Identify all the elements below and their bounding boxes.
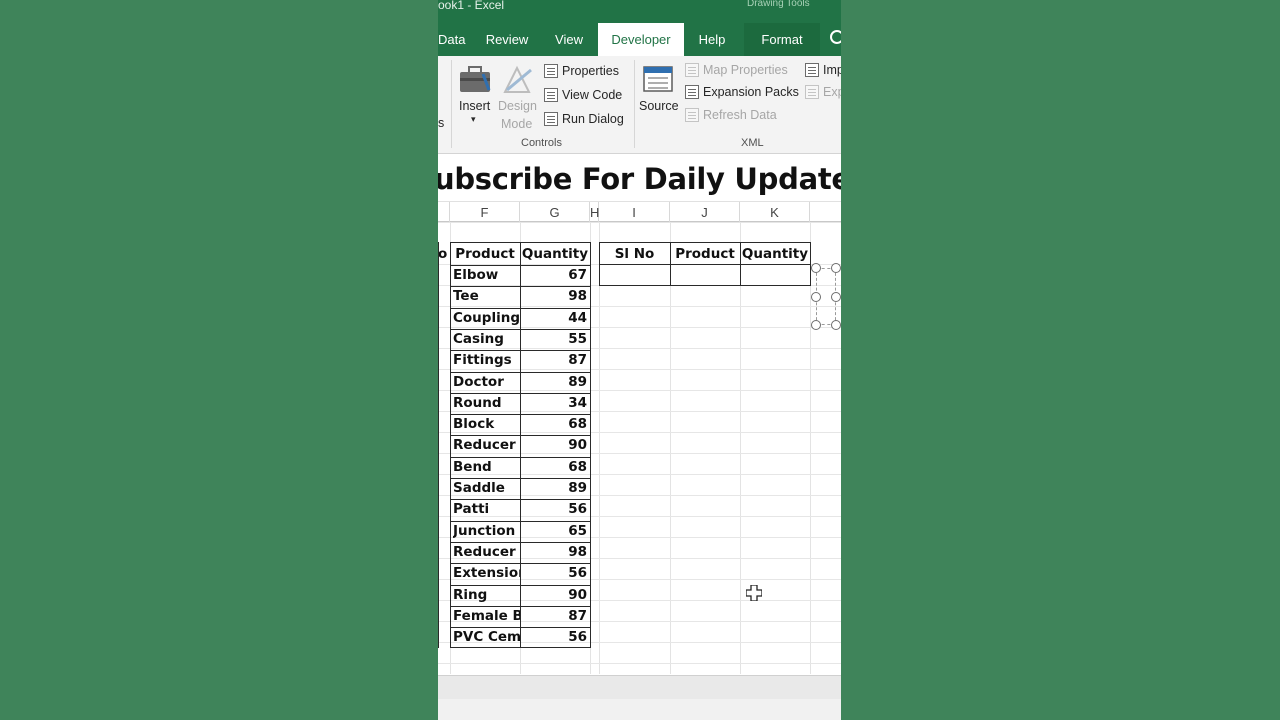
tell-me-lightbulb-icon[interactable] — [830, 30, 841, 44]
horizontal-scrollbar[interactable] — [438, 675, 841, 699]
insert-dropdown-icon[interactable]: ▾ — [471, 114, 476, 125]
expansion-packs-icon — [685, 85, 699, 99]
resize-handle[interactable] — [831, 320, 841, 330]
grid-line — [438, 663, 841, 664]
column-header-e[interactable] — [438, 202, 450, 223]
group-separator — [451, 60, 452, 148]
status-bar — [438, 699, 841, 720]
refresh-data-icon — [685, 108, 699, 122]
ribbon-left-fragment: s — [438, 116, 445, 130]
table2-empty-cell[interactable] — [741, 265, 810, 286]
import-button[interactable]: Imp — [823, 63, 841, 77]
expansion-packs-button[interactable]: Expansion Packs — [703, 85, 799, 99]
map-properties-icon — [685, 63, 699, 77]
column-header-k[interactable]: K — [740, 202, 810, 223]
table1-left-border — [438, 242, 439, 648]
source-button[interactable]: Source — [639, 99, 679, 113]
column-header-i[interactable]: I — [599, 202, 670, 223]
resize-handle[interactable] — [831, 263, 841, 273]
grid-line — [810, 222, 811, 674]
view-code-icon — [544, 88, 558, 102]
table2-empty-cell[interactable] — [671, 265, 740, 286]
column-header-h[interactable]: H — [590, 202, 599, 223]
design-mode-icon — [503, 65, 532, 93]
drawing-tools-label: Drawing Tools — [747, 0, 810, 9]
ribbon: s Insert ▾ Design Mode Properties View C… — [438, 56, 841, 154]
xml-source-icon[interactable] — [642, 64, 676, 96]
refresh-data-button: Refresh Data — [703, 108, 777, 122]
title-bar: ook1 - Excel Drawing Tools Data Review V… — [438, 0, 841, 56]
view-code-button[interactable]: View Code — [562, 88, 622, 102]
properties-icon — [544, 64, 558, 78]
run-dialog-button[interactable]: Run Dialog — [562, 112, 624, 126]
grid-line — [670, 222, 671, 674]
tab-review[interactable]: Review — [482, 23, 532, 56]
xml-group-label: XML — [741, 137, 764, 149]
tab-data[interactable]: Data — [438, 23, 465, 56]
design-mode-line2: Mode — [501, 117, 533, 131]
window-title: ook1 - Excel — [438, 0, 505, 12]
controls-group-label: Controls — [521, 137, 562, 149]
grid-line — [438, 222, 841, 223]
tab-view[interactable]: View — [546, 23, 592, 56]
toolbox-icon[interactable] — [459, 64, 493, 96]
table1-divider — [520, 242, 521, 648]
column-headers: F G H I J K — [438, 201, 841, 223]
group-separator — [634, 60, 635, 148]
properties-button[interactable]: Properties — [562, 64, 619, 78]
table1-left-fragment[interactable]: o — [438, 243, 450, 265]
export-button: Exp — [823, 85, 841, 99]
resize-handle[interactable] — [811, 292, 821, 302]
tab-developer[interactable]: Developer — [598, 23, 684, 56]
table2-empty-cell[interactable] — [600, 265, 670, 286]
excel-window: ook1 - Excel Drawing Tools Data Review V… — [438, 0, 841, 720]
tab-help[interactable]: Help — [690, 23, 734, 56]
resize-handle[interactable] — [811, 320, 821, 330]
tab-format[interactable]: Format — [744, 23, 820, 56]
import-icon — [805, 63, 819, 77]
grid-line — [740, 222, 741, 674]
worksheet-grid[interactable]: o Product Quantity Elbow 67 Tee 98 Coupling 4… — [438, 222, 841, 685]
column-header-g[interactable]: G — [520, 202, 590, 223]
resize-handle[interactable] — [811, 263, 821, 273]
subscribe-banner: ubscribe For Daily Update — [438, 162, 841, 196]
resize-handle[interactable] — [831, 292, 841, 302]
map-properties-button: Map Properties — [703, 63, 788, 77]
export-icon — [805, 85, 819, 99]
design-mode-button: Design — [498, 99, 537, 113]
column-header-j[interactable]: J — [670, 202, 740, 223]
column-header-f[interactable]: F — [450, 202, 520, 223]
run-dialog-icon — [544, 112, 558, 126]
insert-button[interactable]: Insert — [459, 99, 490, 113]
cell-cursor-icon — [746, 585, 762, 601]
grid-line — [599, 222, 600, 674]
